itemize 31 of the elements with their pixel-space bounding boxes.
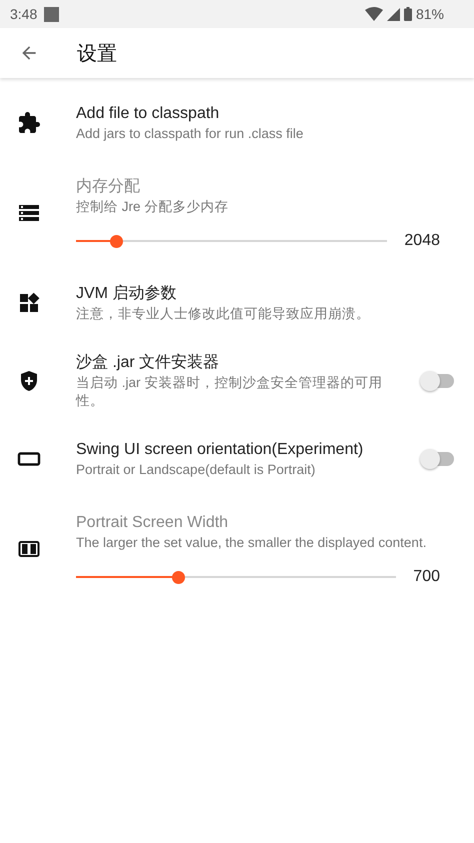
slider-value: 700 — [413, 568, 440, 586]
signal-icon — [386, 8, 400, 20]
settings-item[interactable]: JVM 启动参数 注意，非专业人士修改此值可能导致应用崩溃。 — [0, 264, 474, 342]
setting-summary: The larger the set value, the smaller the displayed content. — [76, 534, 428, 552]
notification-icon — [44, 6, 60, 22]
setting-title: JVM 启动参数 — [76, 284, 178, 304]
slider-thumb[interactable] — [172, 570, 185, 584]
settings-item[interactable]: Swing UI screen orientation(Experiment) Portrait or Landscape(default is Portrait) — [0, 420, 474, 498]
slider-value: 2048 — [404, 232, 440, 250]
setting-title: 内存分配 — [76, 176, 141, 197]
setting-title: Add file to classpath — [76, 104, 220, 124]
wifi-icon — [364, 7, 383, 21]
setting-title: Portrait Screen Width — [76, 513, 230, 533]
puzzle-icon — [17, 111, 41, 135]
battery-percent: 81% — [416, 6, 444, 22]
setting-summary: Add jars to classpath for run .class file — [76, 125, 304, 143]
setting-summary: Portrait or Landscape(default is Portrait) — [76, 461, 316, 479]
settings-item[interactable]: Add file to classpath Add jars to classpath for run .class file — [0, 84, 474, 162]
battery-icon — [404, 7, 412, 21]
page-title: 设置 — [77, 42, 117, 66]
setting-summary: 控制给 Jre 分配多少内存 — [76, 198, 230, 216]
slider-thumb[interactable] — [110, 234, 123, 248]
setting-title: 沙盒 .jar 文件安装器 — [76, 352, 220, 373]
setting-summary: 当启动 .jar 安装器时，控制沙盒安全管理器的可用性。 — [76, 374, 384, 410]
setting-summary: 注意，非专业人士修改此值可能导致应用崩溃。 — [76, 305, 371, 323]
setting-title: Swing UI screen orientation(Experiment) — [76, 440, 364, 460]
settings-item[interactable]: Portrait Screen Width The larger the set value, the smaller the displayed content. 700 — [0, 498, 474, 600]
settings-item[interactable]: 内存分配 控制给 Jre 分配多少内存 2048 — [0, 162, 474, 264]
status-time: 3:48 — [10, 6, 38, 22]
widgets-icon — [17, 291, 41, 315]
settings-item[interactable]: 沙盒 .jar 文件安装器 当启动 .jar 安装器时，控制沙盒安全管理器的可用性。 — [0, 342, 474, 420]
